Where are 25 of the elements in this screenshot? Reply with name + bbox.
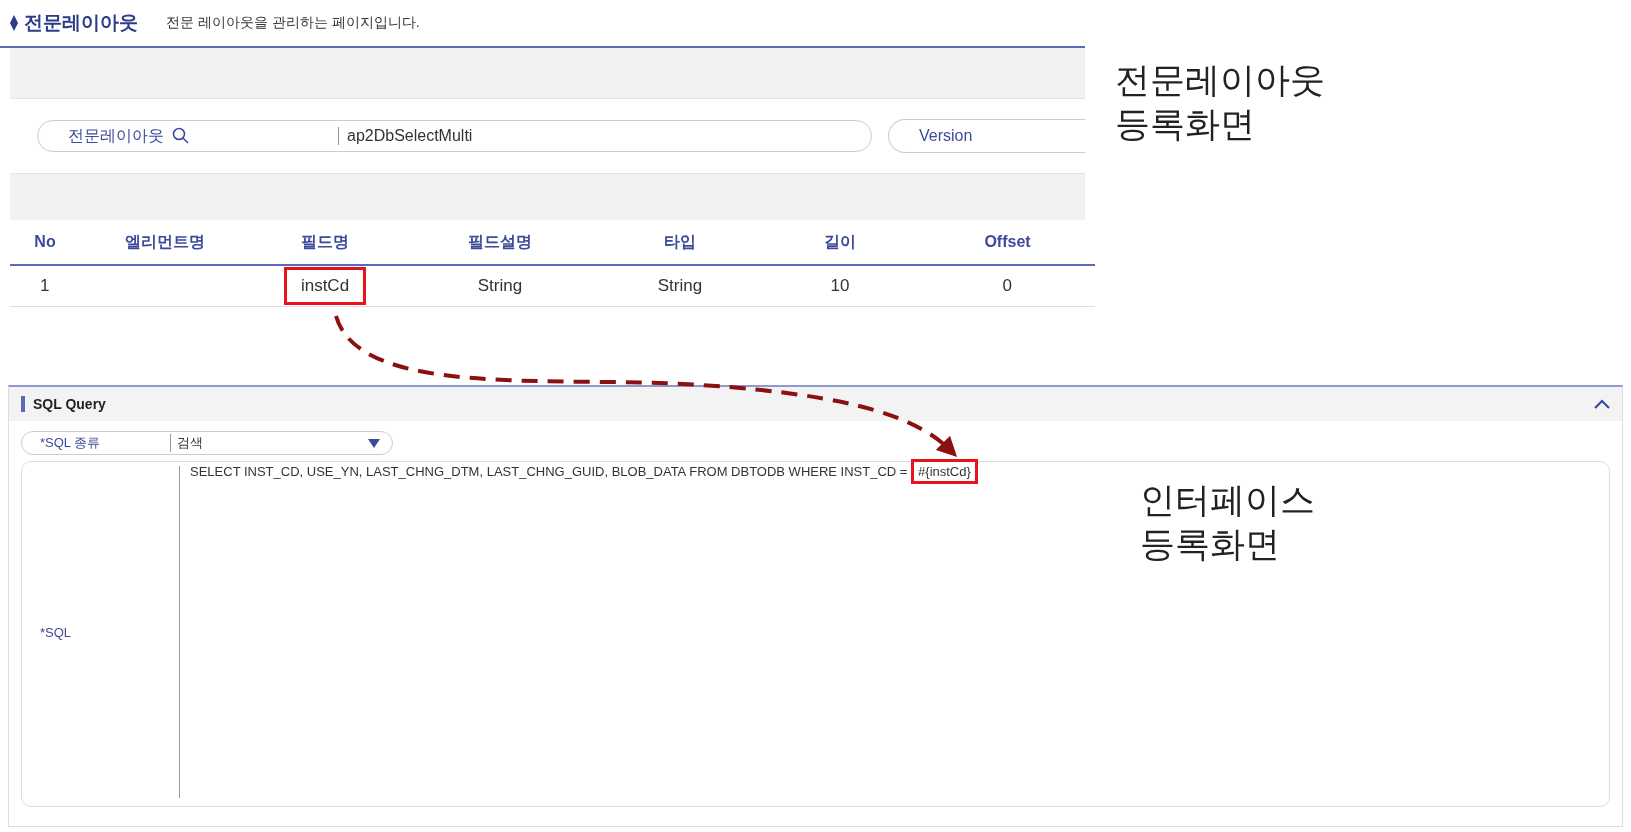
annotation-caption: 인터페이스 등록화면 bbox=[1140, 479, 1315, 565]
column-header: 타입 bbox=[600, 220, 760, 266]
column-header: Offset bbox=[920, 220, 1095, 266]
table-cell: instCd bbox=[286, 270, 364, 302]
column-header: No bbox=[10, 220, 80, 266]
page-title: 전문레이아웃 bbox=[10, 10, 138, 36]
dropdown-triangle-icon bbox=[368, 438, 380, 448]
sql-text: SELECT INST_CD, USE_YN, LAST_CHNG_DTM, LAST_CHNG_GUID, BLOB_DATA FROM DBTODB WHERE INST_CD = bbox=[190, 464, 909, 479]
table-cell-text: String bbox=[476, 275, 524, 297]
sql-label: *SQL bbox=[40, 624, 72, 640]
table-cell-text: 10 bbox=[829, 275, 851, 297]
column-header: 필드명 bbox=[250, 220, 400, 266]
collapse-chevron-icon[interactable] bbox=[1594, 399, 1610, 409]
search-icon bbox=[172, 127, 190, 145]
annotation-caption: 전문레이아웃 등록화면 bbox=[1115, 59, 1325, 145]
table-cell-text: String bbox=[656, 275, 704, 297]
column-header: 길이 bbox=[760, 220, 920, 266]
panel-title: SQL Query bbox=[21, 396, 106, 412]
table-cell-text: 1 bbox=[39, 275, 51, 297]
column-header: 필드설명 bbox=[400, 220, 600, 266]
page-description: 전문 레이아웃을 관리하는 페이지입니다. bbox=[166, 14, 420, 32]
diamond-icon bbox=[10, 15, 18, 31]
column-header: 엘리먼트명 bbox=[80, 220, 250, 266]
sql-parameter: #{instCd} bbox=[911, 459, 978, 484]
table-cell-text: 0 bbox=[1001, 275, 1013, 297]
